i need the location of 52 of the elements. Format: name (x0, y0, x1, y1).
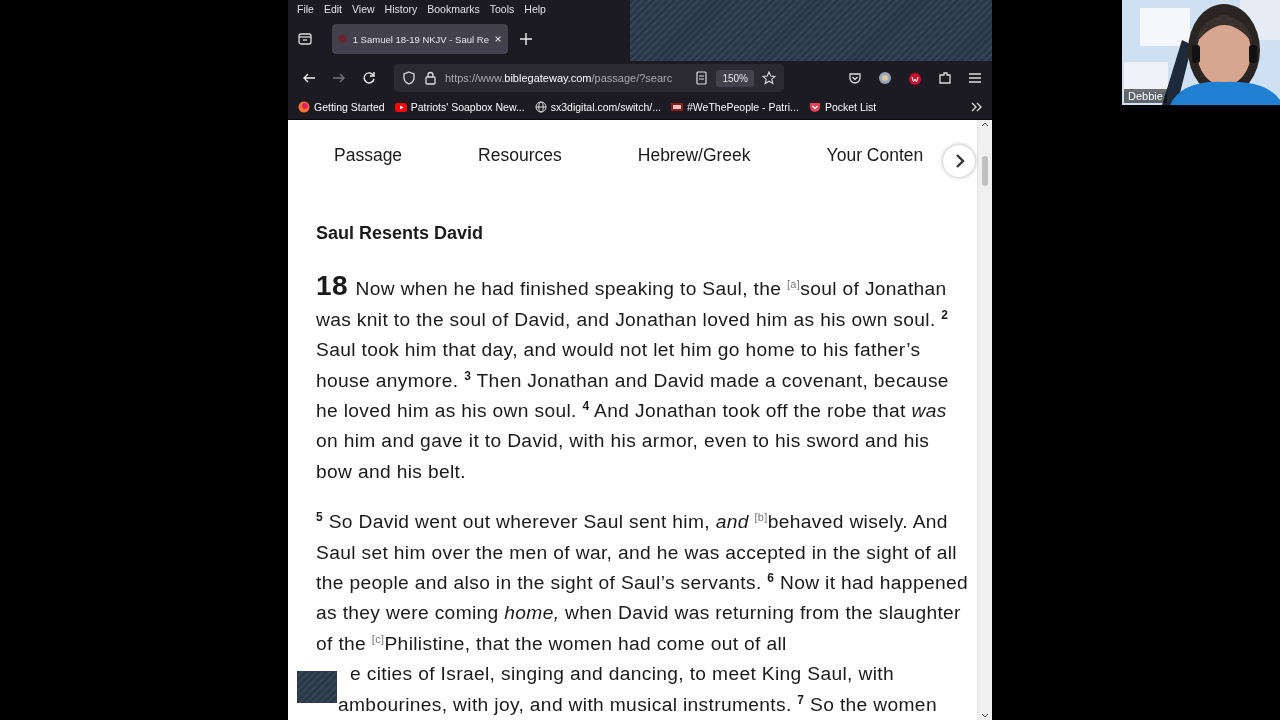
reload-icon (362, 71, 376, 85)
bookmark[interactable]: #WeThePeople - Patri... (671, 101, 799, 113)
page-tab[interactable]: Your Conten (826, 145, 924, 167)
url-text: https://www.biblegateway.com/passage/?searc (445, 72, 674, 84)
menu-item[interactable]: Tools (484, 2, 520, 15)
browser-tab[interactable]: 1 Samuel 18-19 NKJV - Saul Re (332, 24, 508, 54)
menu-item[interactable]: Edit (318, 2, 347, 15)
passage-line: e cities of Israel, singing and dancing, to meet King Saul, with (349, 662, 895, 687)
chevron-right-icon[interactable] (970, 101, 982, 113)
pocket-icon[interactable] (848, 71, 862, 85)
reader-view-icon[interactable] (695, 71, 709, 85)
back-icon (302, 71, 316, 85)
page-icon (338, 33, 348, 45)
extensions-icon[interactable] (938, 71, 952, 85)
menu-item[interactable]: Help (519, 2, 551, 15)
extension-icon[interactable] (908, 71, 922, 85)
scrollbar-thumb[interactable] (982, 156, 988, 186)
scroll-tabs-button[interactable] (943, 145, 975, 177)
play-icon (394, 101, 407, 113)
passage-heading: Saul Resents David (316, 223, 485, 245)
zoom-level[interactable]: 150% (716, 69, 754, 87)
bookmark[interactable]: Patriots' Soapbox New... (394, 101, 525, 113)
bookmark[interactable]: Getting Started (298, 101, 385, 113)
chevron-right-icon (953, 153, 965, 169)
new-tab-icon[interactable] (519, 32, 533, 46)
menu-item[interactable]: File (292, 2, 319, 15)
browser-logo-icon (298, 101, 310, 113)
menu-item[interactable]: Bookmarks (422, 2, 485, 15)
overlay-square (297, 671, 337, 703)
page-tab[interactable]: Hebrew/Greek (637, 145, 751, 167)
pocket-icon (808, 101, 821, 113)
scrollbar[interactable] (977, 120, 992, 720)
passage-line: ambourines, with joy, and with musical instruments. $^{7}$ So the women (337, 691, 938, 717)
bookmark[interactable]: sx3digital.com/switch/... (534, 101, 661, 113)
bookmark[interactable]: Pocket List (808, 101, 877, 113)
page-tab[interactable]: Resources (478, 145, 562, 167)
close-icon[interactable] (493, 34, 502, 44)
flag-icon (671, 101, 683, 113)
tab-list-icon[interactable] (297, 31, 313, 47)
shield-icon (402, 71, 416, 85)
globe-icon (534, 101, 547, 113)
menu-item[interactable]: History (379, 2, 423, 15)
menu-icon[interactable] (968, 71, 982, 85)
forward-icon (332, 71, 346, 85)
passage-paragraph: 18 Now when he had finished speaking to Saul, the $^{[a]}$soul of Jonathan was knit to the soul of David, and Jonathan loved him as his own soul. $^{2}$ Saul took him that day, and would not let him go home to his father’s house anymore. $^{3}$ Then Jonathan and David made a covenant, because he loved him as his own soul. $^{4}$ And Jonathan took off the robe that was on him and gave it to David, with his armor, even to his sword and his bow and his belt. (316, 271, 950, 484)
participant-name: Debbie (1124, 89, 1167, 103)
star-icon[interactable] (762, 71, 776, 85)
menu-item[interactable]: View (347, 2, 380, 15)
extension-icon[interactable] (878, 71, 892, 85)
address-bar[interactable]: https://www.biblegateway.com/passage/?searc 150% (394, 64, 784, 92)
lock-icon (424, 71, 437, 85)
page-tab[interactable]: Passage (334, 145, 403, 167)
